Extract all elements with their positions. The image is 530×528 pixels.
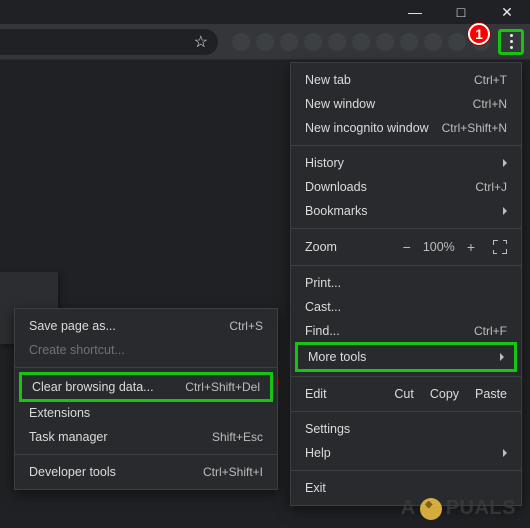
menu-item-print[interactable]: Print...	[291, 271, 521, 295]
menu-label: Downloads	[305, 180, 475, 194]
more-tools-submenu: Save page as... Ctrl+S Create shortcut..…	[14, 308, 278, 490]
menu-item-downloads[interactable]: Downloads Ctrl+J	[291, 175, 521, 199]
submenu-item-create-shortcut: Create shortcut...	[15, 338, 277, 362]
extension-icons	[232, 33, 490, 51]
menu-shortcut: Ctrl+T	[474, 73, 507, 87]
bookmark-star-icon[interactable]: ☆	[194, 32, 208, 52]
menu-label: Find...	[305, 324, 474, 338]
window-maximize-button[interactable]: □	[438, 0, 484, 24]
submenu-item-clear-browsing-data[interactable]: Clear browsing data... Ctrl+Shift+Del	[19, 372, 273, 402]
edit-cut-button[interactable]: Cut	[394, 387, 413, 401]
menu-label: Create shortcut...	[29, 343, 263, 357]
menu-shortcut: Ctrl+F	[474, 324, 507, 338]
extension-icon[interactable]	[256, 33, 274, 51]
menu-label: New window	[305, 97, 473, 111]
menu-label: Bookmarks	[305, 204, 497, 218]
extension-icon[interactable]	[328, 33, 346, 51]
submenu-item-extensions[interactable]: Extensions	[15, 401, 277, 425]
zoom-level: 100%	[423, 240, 455, 254]
chevron-right-icon	[503, 449, 507, 457]
menu-item-find[interactable]: Find... Ctrl+F	[291, 319, 521, 343]
extension-icon[interactable]	[352, 33, 370, 51]
extension-icon[interactable]	[304, 33, 322, 51]
watermark: A PUALS	[401, 497, 516, 520]
menu-separator	[291, 376, 521, 377]
window-close-button[interactable]: ✕	[484, 0, 530, 24]
menu-shortcut: Ctrl+S	[229, 319, 263, 333]
menu-shortcut: Ctrl+Shift+I	[203, 465, 263, 479]
menu-item-new-window[interactable]: New window Ctrl+N	[291, 92, 521, 116]
zoom-out-button[interactable]: −	[403, 239, 411, 255]
watermark-text-right: PUALS	[446, 497, 516, 520]
edit-copy-button[interactable]: Copy	[430, 387, 459, 401]
menu-item-zoom: Zoom − 100% +	[291, 234, 521, 260]
menu-shortcut: Ctrl+J	[475, 180, 507, 194]
chevron-right-icon	[503, 159, 507, 167]
chrome-main-menu: New tab Ctrl+T New window Ctrl+N New inc…	[290, 62, 522, 506]
chevron-right-icon	[500, 353, 504, 361]
extension-icon[interactable]	[424, 33, 442, 51]
extension-icon[interactable]	[400, 33, 418, 51]
menu-label: Cast...	[305, 300, 507, 314]
submenu-item-developer-tools[interactable]: Developer tools Ctrl+Shift+I	[15, 460, 277, 484]
menu-item-settings[interactable]: Settings	[291, 417, 521, 441]
menu-shortcut: Ctrl+Shift+Del	[185, 380, 260, 394]
menu-item-more-tools[interactable]: More tools	[295, 342, 517, 372]
main-menu-button[interactable]	[498, 29, 524, 55]
menu-label: Task manager	[29, 430, 212, 444]
menu-label: Settings	[305, 422, 507, 436]
menu-label: Print...	[305, 276, 507, 290]
extension-icon[interactable]	[280, 33, 298, 51]
browser-toolbar: ☆	[0, 24, 530, 60]
menu-label: Edit	[305, 387, 394, 401]
menu-label: New tab	[305, 73, 474, 87]
menu-shortcut: Ctrl+Shift+N	[442, 121, 507, 135]
menu-label: Help	[305, 446, 497, 460]
menu-label: Save page as...	[29, 319, 229, 333]
chevron-right-icon	[503, 207, 507, 215]
menu-separator	[15, 367, 277, 368]
menu-item-new-tab[interactable]: New tab Ctrl+T	[291, 68, 521, 92]
menu-label: More tools	[308, 350, 494, 364]
menu-item-help[interactable]: Help	[291, 441, 521, 465]
annotation-badge-1: 1	[468, 23, 490, 45]
window-minimize-button[interactable]: —	[392, 0, 438, 24]
menu-separator	[291, 145, 521, 146]
extension-icon[interactable]	[448, 33, 466, 51]
menu-label: New incognito window	[305, 121, 442, 135]
extension-icon[interactable]	[376, 33, 394, 51]
menu-item-cast[interactable]: Cast...	[291, 295, 521, 319]
watermark-logo-icon	[420, 498, 442, 520]
extension-icon[interactable]	[232, 33, 250, 51]
submenu-item-save-page[interactable]: Save page as... Ctrl+S	[15, 314, 277, 338]
submenu-item-task-manager[interactable]: Task manager Shift+Esc	[15, 425, 277, 449]
watermark-text-left: A	[401, 497, 416, 520]
zoom-in-button[interactable]: +	[467, 239, 475, 255]
menu-separator	[291, 265, 521, 266]
menu-separator	[291, 411, 521, 412]
menu-shortcut: Shift+Esc	[212, 430, 263, 444]
window-titlebar: — □ ✕	[0, 0, 530, 24]
menu-separator	[291, 470, 521, 471]
menu-separator	[291, 228, 521, 229]
edit-paste-button[interactable]: Paste	[475, 387, 507, 401]
menu-label: Clear browsing data...	[32, 380, 185, 394]
menu-item-edit: Edit Cut Copy Paste	[291, 382, 521, 406]
menu-label: Zoom	[305, 240, 403, 254]
menu-label: Extensions	[29, 406, 263, 420]
menu-label: Exit	[305, 481, 507, 495]
menu-item-history[interactable]: History	[291, 151, 521, 175]
menu-item-bookmarks[interactable]: Bookmarks	[291, 199, 521, 223]
menu-separator	[15, 454, 277, 455]
menu-shortcut: Ctrl+N	[473, 97, 507, 111]
address-bar[interactable]: ☆	[0, 29, 218, 55]
menu-label: Developer tools	[29, 465, 203, 479]
fullscreen-icon[interactable]	[493, 240, 507, 254]
menu-item-incognito[interactable]: New incognito window Ctrl+Shift+N	[291, 116, 521, 140]
menu-label: History	[305, 156, 497, 170]
